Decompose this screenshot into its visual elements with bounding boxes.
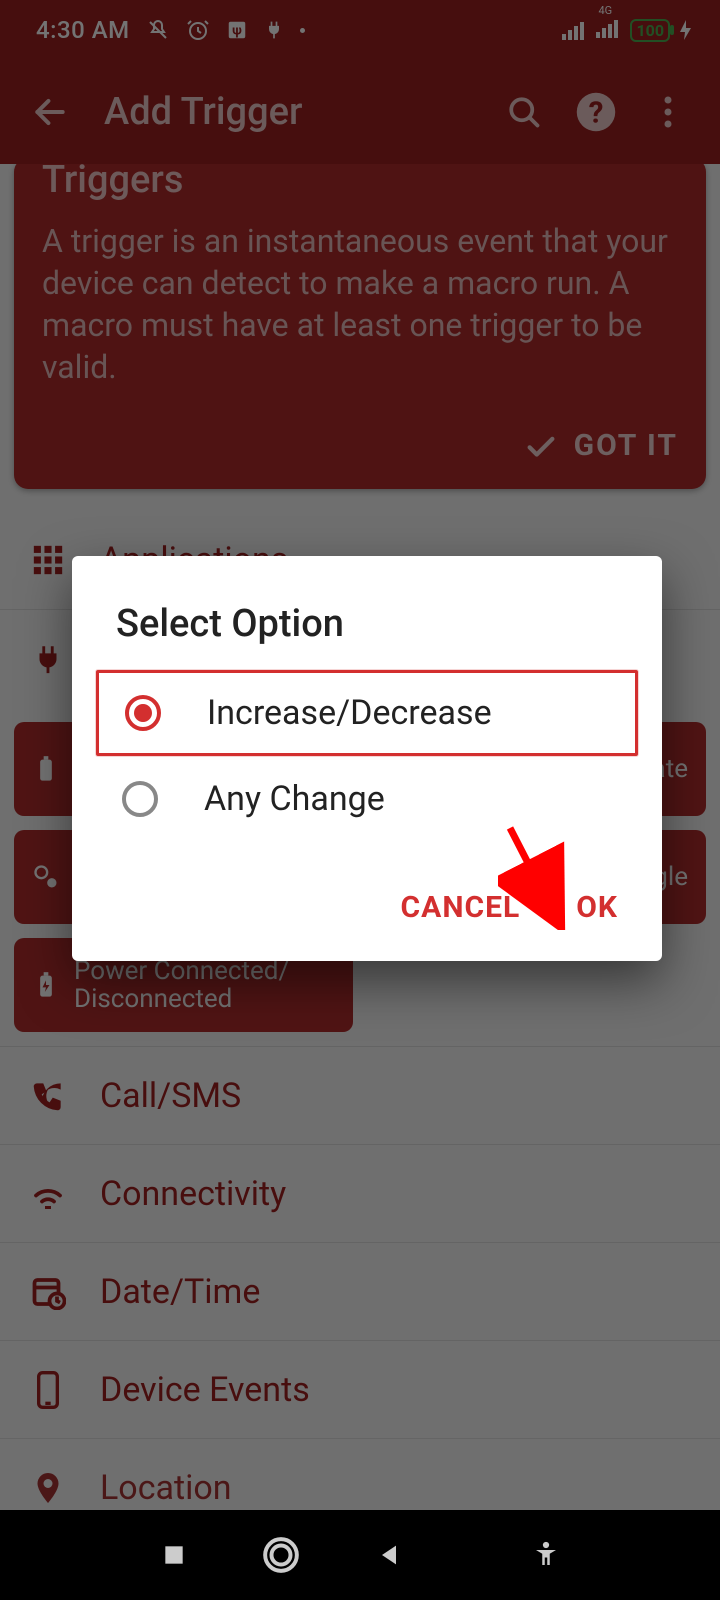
ok-button[interactable]: OK xyxy=(576,890,618,925)
nav-back-button[interactable] xyxy=(368,1534,410,1576)
radio-option-increase-decrease[interactable]: Increase/Decrease xyxy=(96,670,638,756)
accessibility-button[interactable] xyxy=(525,1534,567,1576)
select-option-dialog: Select Option Increase/Decrease Any Chan… xyxy=(72,556,662,961)
radio-unchecked-icon xyxy=(122,781,158,817)
radio-label: Any Change xyxy=(204,779,385,819)
home-button[interactable] xyxy=(260,1534,302,1576)
cancel-button[interactable]: CANCEL xyxy=(401,890,521,925)
recent-apps-button[interactable] xyxy=(153,1534,195,1576)
radio-checked-icon xyxy=(125,695,161,731)
radio-option-any-change[interactable]: Any Change xyxy=(96,756,638,842)
radio-label: Increase/Decrease xyxy=(207,693,492,733)
dialog-title: Select Option xyxy=(72,602,662,670)
system-nav-bar xyxy=(0,1510,720,1600)
